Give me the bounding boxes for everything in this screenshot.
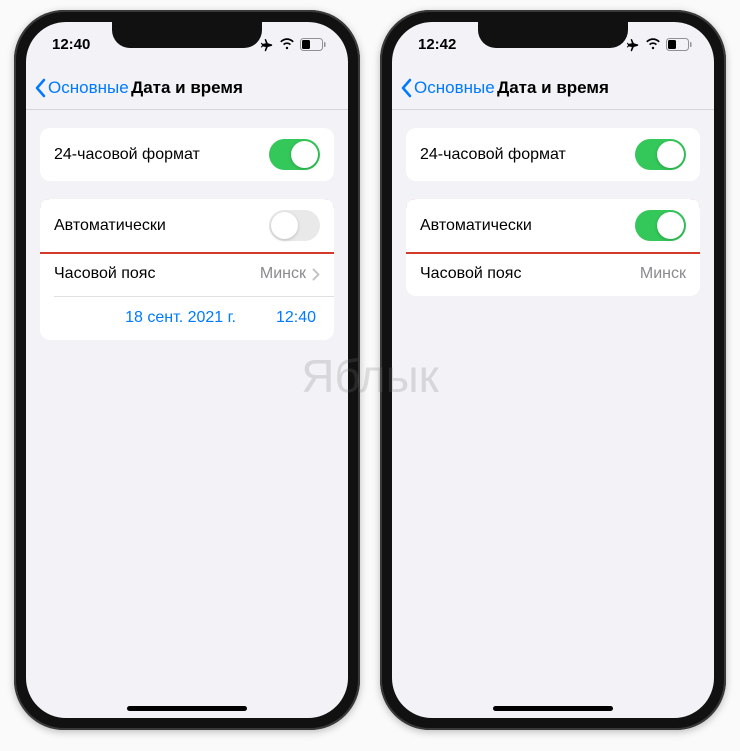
group-24h: 24-часовой формат (40, 128, 334, 181)
row-auto[interactable]: Автоматически (40, 199, 334, 252)
toggle-knob (657, 212, 684, 239)
notch (112, 22, 262, 48)
row-24h-format[interactable]: 24-часовой формат (406, 128, 700, 181)
toggle-knob (271, 212, 298, 239)
group-auto-timezone: Автоматически Часовой пояс Минск (406, 199, 700, 296)
phone-frame-left: 12:40 Основные Дата и время (14, 10, 360, 730)
airplane-icon (625, 37, 640, 52)
row-value: Минск (640, 265, 686, 283)
phone-frame-right: 12:42 Основные Дата и время (380, 10, 726, 730)
back-button[interactable]: Основные (400, 78, 495, 98)
row-label: 24-часовой формат (54, 146, 200, 164)
notch (478, 22, 628, 48)
screen: 12:40 Основные Дата и время (26, 22, 348, 718)
row-label: Автоматически (420, 217, 532, 235)
screen: 12:42 Основные Дата и время (392, 22, 714, 718)
chevron-left-icon (400, 78, 412, 98)
status-time: 12:42 (418, 36, 456, 53)
time-value: 12:40 (276, 309, 316, 327)
wifi-icon (279, 38, 295, 50)
toggle-auto[interactable] (635, 210, 686, 241)
status-time: 12:40 (52, 36, 90, 53)
back-label: Основные (414, 78, 495, 98)
page-title: Дата и время (497, 78, 609, 98)
back-label: Основные (48, 78, 129, 98)
back-button[interactable]: Основные (34, 78, 129, 98)
content-area: 24-часовой формат Автоматически Часовой … (392, 110, 714, 718)
page-title: Дата и время (131, 78, 243, 98)
status-right-icons (625, 37, 692, 52)
row-auto[interactable]: Автоматически (406, 199, 700, 252)
chevron-right-icon (312, 268, 320, 281)
row-24h-format[interactable]: 24-часовой формат (40, 128, 334, 181)
group-24h: 24-часовой формат (406, 128, 700, 181)
nav-bar: Основные Дата и время (26, 66, 348, 110)
timezone-value: Минск (260, 265, 306, 283)
toggle-24h[interactable] (635, 139, 686, 170)
row-label: Часовой пояс (54, 265, 155, 283)
toggle-knob (657, 141, 684, 168)
row-timezone: Часовой пояс Минск (406, 252, 700, 296)
row-label: 24-часовой формат (420, 146, 566, 164)
battery-icon (300, 38, 326, 51)
row-datetime[interactable]: 18 сент. 2021 г. 12:40 (40, 296, 334, 340)
home-indicator[interactable] (493, 706, 613, 711)
status-right-icons (259, 37, 326, 52)
group-auto-timezone: Автоматически Часовой пояс Минск 18 сент… (40, 199, 334, 340)
toggle-knob (291, 141, 318, 168)
chevron-left-icon (34, 78, 46, 98)
toggle-24h[interactable] (269, 139, 320, 170)
row-value: Минск (260, 265, 320, 283)
wifi-icon (645, 38, 661, 50)
timezone-value: Минск (640, 265, 686, 283)
date-value: 18 сент. 2021 г. (125, 309, 236, 327)
nav-bar: Основные Дата и время (392, 66, 714, 110)
row-timezone[interactable]: Часовой пояс Минск (40, 252, 334, 296)
row-label: Автоматически (54, 217, 166, 235)
battery-icon (666, 38, 692, 51)
airplane-icon (259, 37, 274, 52)
toggle-auto[interactable] (269, 210, 320, 241)
home-indicator[interactable] (127, 706, 247, 711)
content-area: 24-часовой формат Автоматически Часовой … (26, 110, 348, 718)
row-label: Часовой пояс (420, 265, 521, 283)
